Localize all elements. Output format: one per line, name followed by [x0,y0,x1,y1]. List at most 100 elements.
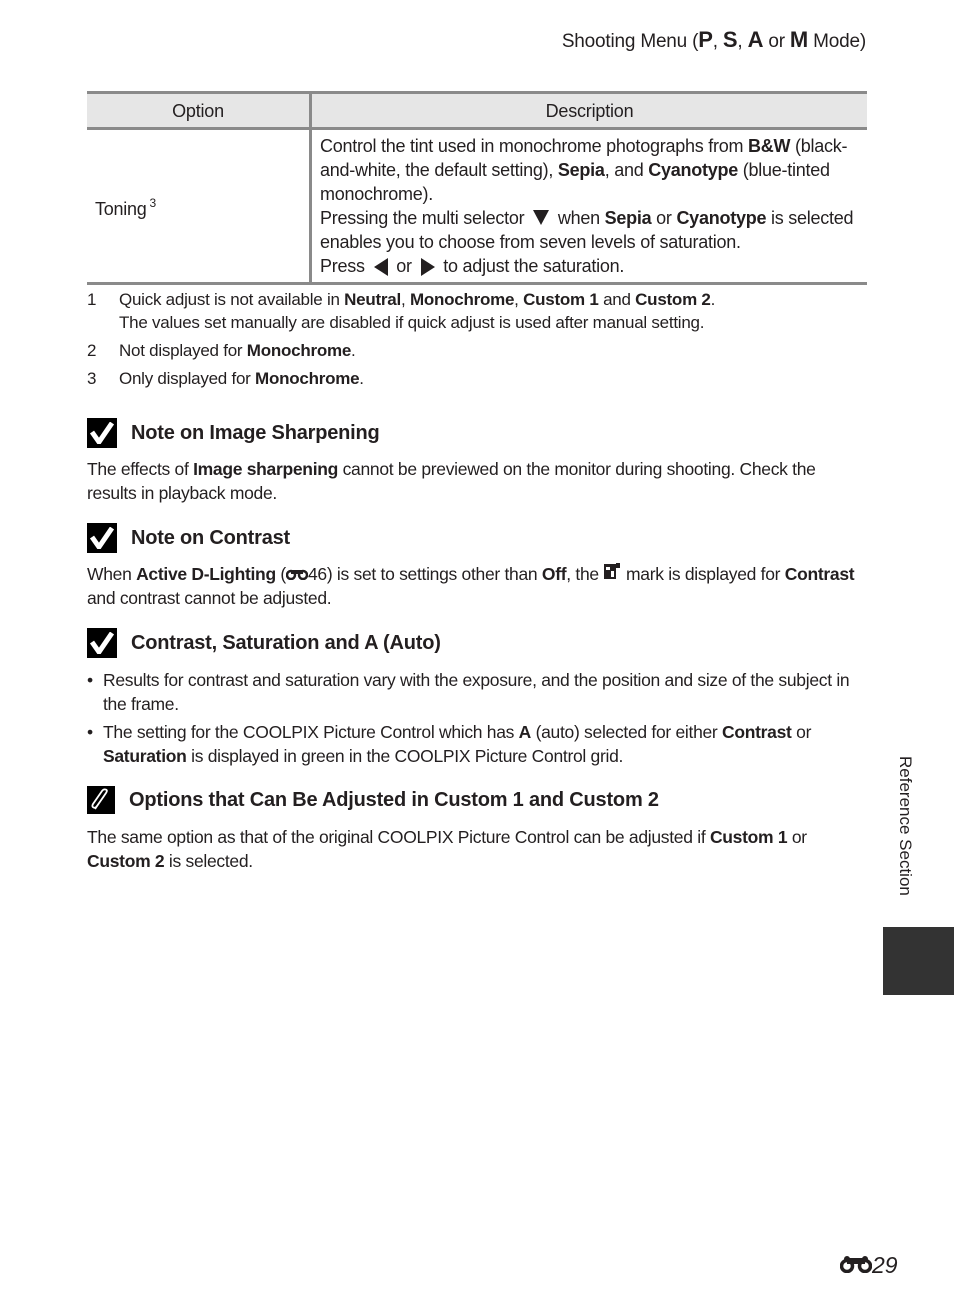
text: and contrast cannot be adjusted. [87,588,332,608]
text-bold: Contrast [784,564,855,584]
description-para: Pressing the multi selector when Sepia o… [320,206,859,254]
text-bold: Active D-Lighting [136,564,276,584]
description-para: Press or to adjust the saturation. [320,254,859,278]
header-text: Shooting Menu ( [561,31,699,52]
side-section-label: Reference Section [896,756,915,896]
check-icon [87,628,117,658]
bullet-text: Results for contrast and saturation vary… [103,670,850,714]
text-bold: A [518,722,532,742]
header-sep: , [737,31,748,52]
multi-selector-left-icon [373,258,388,277]
text: (auto) selected for either [531,722,723,742]
section-body: When Active D-Lighting (46) is set to se… [87,562,867,610]
text: Not displayed for [119,341,247,360]
text-bold: Monochrome [409,290,515,309]
description-cell: Control the tint used in monochrome phot… [310,128,867,285]
text-bold: Custom 2 [635,290,711,309]
option-label: Toning [95,199,147,219]
text: mark is displayed for [621,564,785,584]
text: , the [566,564,604,584]
section-title: Contrast, Saturation and A (Auto) [87,628,441,658]
bullet-icon: • [87,670,93,690]
footnote-1: 1 Quick adjust is not available in Neutr… [87,288,867,334]
text: When [87,564,137,584]
text-bold: Contrast [722,722,792,742]
column-header-description: Description [310,91,867,130]
binoculars-icon [839,1252,873,1279]
footnote-text: Not displayed for Monochrome. [119,339,867,362]
text: Only displayed for [119,369,256,388]
text-bold: Off [541,564,567,584]
section-title: Note on Image Sharpening [87,418,380,448]
section-title-text: Options that Can Be Adjusted in Custom 1… [129,788,659,811]
check-icon [87,418,117,448]
text-bold: Sepia [604,208,652,228]
bullet-item: • The setting for the COOLPIX Picture Co… [87,720,867,768]
text: . [359,369,364,388]
multi-selector-right-icon [420,258,435,277]
page-number-text: 29 [872,1252,898,1278]
text: is displayed in green in the COOLPIX Pic… [186,746,624,766]
text-bold: Monochrome [255,369,360,388]
footnote-number: 1 [87,290,97,309]
side-section-tab[interactable] [883,927,954,995]
reference-binoculars-icon [285,564,309,584]
footnote-text: Quick adjust is not available in Neutral… [119,288,867,334]
text: or [391,256,417,276]
text-bold: Custom 2 [87,851,165,871]
header-or: or [763,31,790,52]
text: . [351,341,356,360]
header-text: Mode) [808,31,866,52]
footnote-text: Only displayed for Monochrome. [119,367,867,390]
bullet-icon: • [87,722,93,742]
mode-a-icon: A [747,27,764,52]
section-body: The effects of Image sharpening cannot b… [87,457,867,505]
text-bold: Sepia [557,160,605,180]
text: The setting for the COOLPIX Picture Cont… [103,722,519,742]
text: is selected. [164,851,253,871]
option-cell: Toning 3 [87,128,312,285]
check-icon [87,523,117,553]
page-header: Shooting Menu (P, S, A or M Mode) [562,27,866,53]
text: ( [275,564,286,584]
text: when [553,208,605,228]
text: ) is set to settings other than [326,564,542,584]
table-header-row: Option Description [87,91,867,130]
section-title-text: Contrast, Saturation and A (Auto) [131,631,441,654]
footnote-3: 3 Only displayed for Monochrome. [87,367,867,390]
text-bold: Custom 1 [709,827,788,847]
text: . [710,290,716,309]
section-title-text: Note on Contrast [131,526,291,549]
text: , [514,290,524,309]
text: or [651,208,677,228]
mode-s-icon: S [722,27,738,52]
text-bold: Image sharpening [193,459,339,479]
text-bold: Monochrome [246,341,352,360]
text: , [400,290,410,309]
section-body: The same option as that of the original … [87,825,867,873]
text: Control the tint used in monochrome phot… [320,136,748,156]
footnote-number: 3 [87,369,97,388]
footnote-number: 2 [87,341,97,360]
text-bold: Saturation [103,746,187,766]
header-sep: , [712,31,723,52]
text: The effects of [87,459,194,479]
text-bold: Cyanotype [648,160,739,180]
text: and [598,290,636,309]
page-reference[interactable]: 46 [308,564,327,584]
options-table: Option Description Toning 3 Control the t… [87,91,867,285]
text: or [787,827,807,847]
multi-selector-down-icon [533,209,550,225]
text: to adjust the saturation. [438,256,625,276]
text: , and [604,160,649,180]
text: Press [320,256,370,276]
text-bold: Neutral [344,290,401,309]
description-para: Control the tint used in monochrome phot… [320,134,859,206]
text: or [791,722,812,742]
text: Pressing the multi selector [320,208,530,228]
bullet-text: The setting for the COOLPIX Picture Cont… [103,720,867,768]
page-number: 29 [839,1252,898,1279]
section-title: Options that Can Be Adjusted in Custom 1… [87,786,659,814]
text: The values set manually are disabled if … [119,313,705,332]
text: Quick adjust is not available in [119,290,345,309]
